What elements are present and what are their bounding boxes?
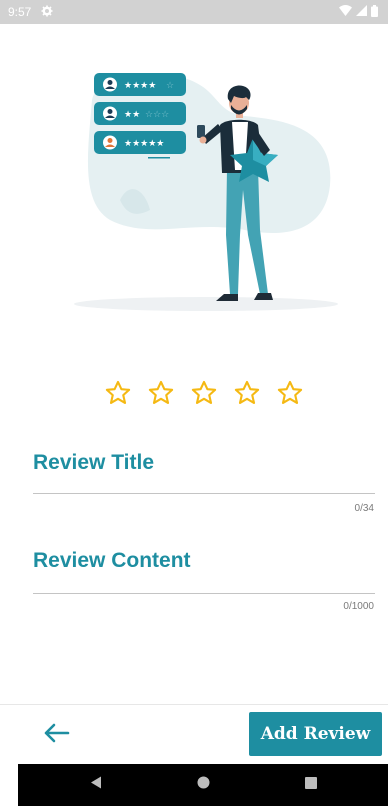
status-bar: 9:57 [0, 0, 388, 24]
svg-text:☆: ☆ [166, 81, 174, 91]
review-content-underline[interactable] [33, 593, 375, 594]
rating-star-5-icon[interactable] [276, 379, 304, 407]
status-right [339, 4, 378, 20]
navigation-bar [18, 764, 388, 806]
review-content-label[interactable]: Review Content [33, 549, 191, 573]
status-time: 9:57 [8, 5, 32, 19]
svg-text:☆☆☆: ☆☆☆ [145, 110, 169, 120]
signal-icon [356, 5, 367, 19]
review-illustration: ★★★★ ☆ ★★ ☆☆☆ ★★★★★ [40, 50, 360, 320]
battery-icon [371, 4, 378, 20]
review-title-label[interactable]: Review Title [33, 451, 154, 475]
recents-square-icon[interactable] [305, 776, 317, 794]
home-circle-icon[interactable] [197, 776, 210, 794]
arrow-left-icon [42, 722, 70, 749]
svg-text:★★★★★: ★★★★★ [124, 139, 164, 149]
rating-star-3-icon[interactable] [190, 379, 218, 407]
rating-star-1-icon[interactable] [104, 379, 132, 407]
status-left: 9:57 [8, 5, 53, 20]
svg-text:★★★★: ★★★★ [124, 81, 156, 91]
svg-text:★★: ★★ [124, 110, 140, 120]
back-triangle-icon[interactable] [90, 776, 102, 795]
review-card-2: ★★ ☆☆☆ [94, 102, 186, 125]
rating-star-4-icon[interactable] [233, 379, 261, 407]
review-title-counter: 0/34 [354, 503, 374, 514]
bottom-divider [0, 704, 388, 705]
settings-icon [41, 5, 53, 20]
wifi-icon [339, 5, 352, 19]
review-card-1: ★★★★ ☆ [94, 73, 186, 96]
add-review-button[interactable]: Add Review [249, 712, 382, 756]
rating-star-2-icon[interactable] [147, 379, 175, 407]
star-rating[interactable] [104, 379, 304, 407]
review-title-underline[interactable] [33, 493, 375, 494]
review-content-counter: 0/1000 [343, 601, 374, 612]
back-button[interactable] [36, 718, 76, 752]
